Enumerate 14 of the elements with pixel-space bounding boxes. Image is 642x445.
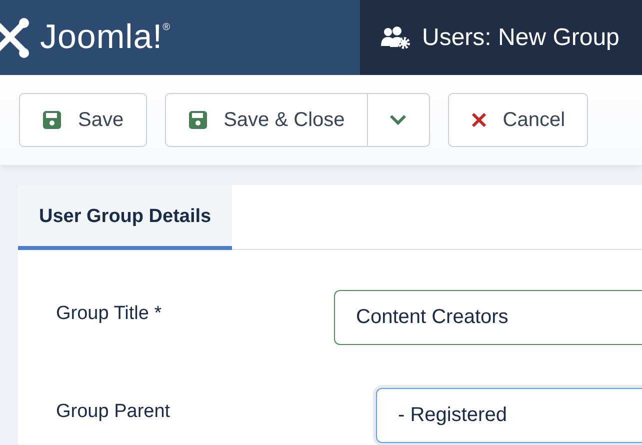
close-icon: [470, 112, 487, 128]
chevron-down-icon: [389, 114, 408, 126]
users-gear-icon: [380, 26, 410, 50]
page-title: Users: New Group: [422, 22, 620, 52]
save-button[interactable]: Save: [19, 93, 147, 147]
cancel-button[interactable]: Cancel: [448, 93, 588, 147]
input-field[interactable]: Content Creators: [334, 290, 642, 344]
field-label: Group Title *: [56, 302, 163, 326]
field-label: Group Parent: [56, 400, 172, 424]
select-field[interactable]: - Registered: [376, 388, 642, 442]
brand-name: Joomla!$^{®}$: [40, 17, 170, 58]
save-close-button[interactable]: Save & Close: [164, 93, 368, 147]
tab[interactable]: User Group Details: [18, 185, 232, 250]
dropdown-toggle[interactable]: [366, 93, 430, 147]
